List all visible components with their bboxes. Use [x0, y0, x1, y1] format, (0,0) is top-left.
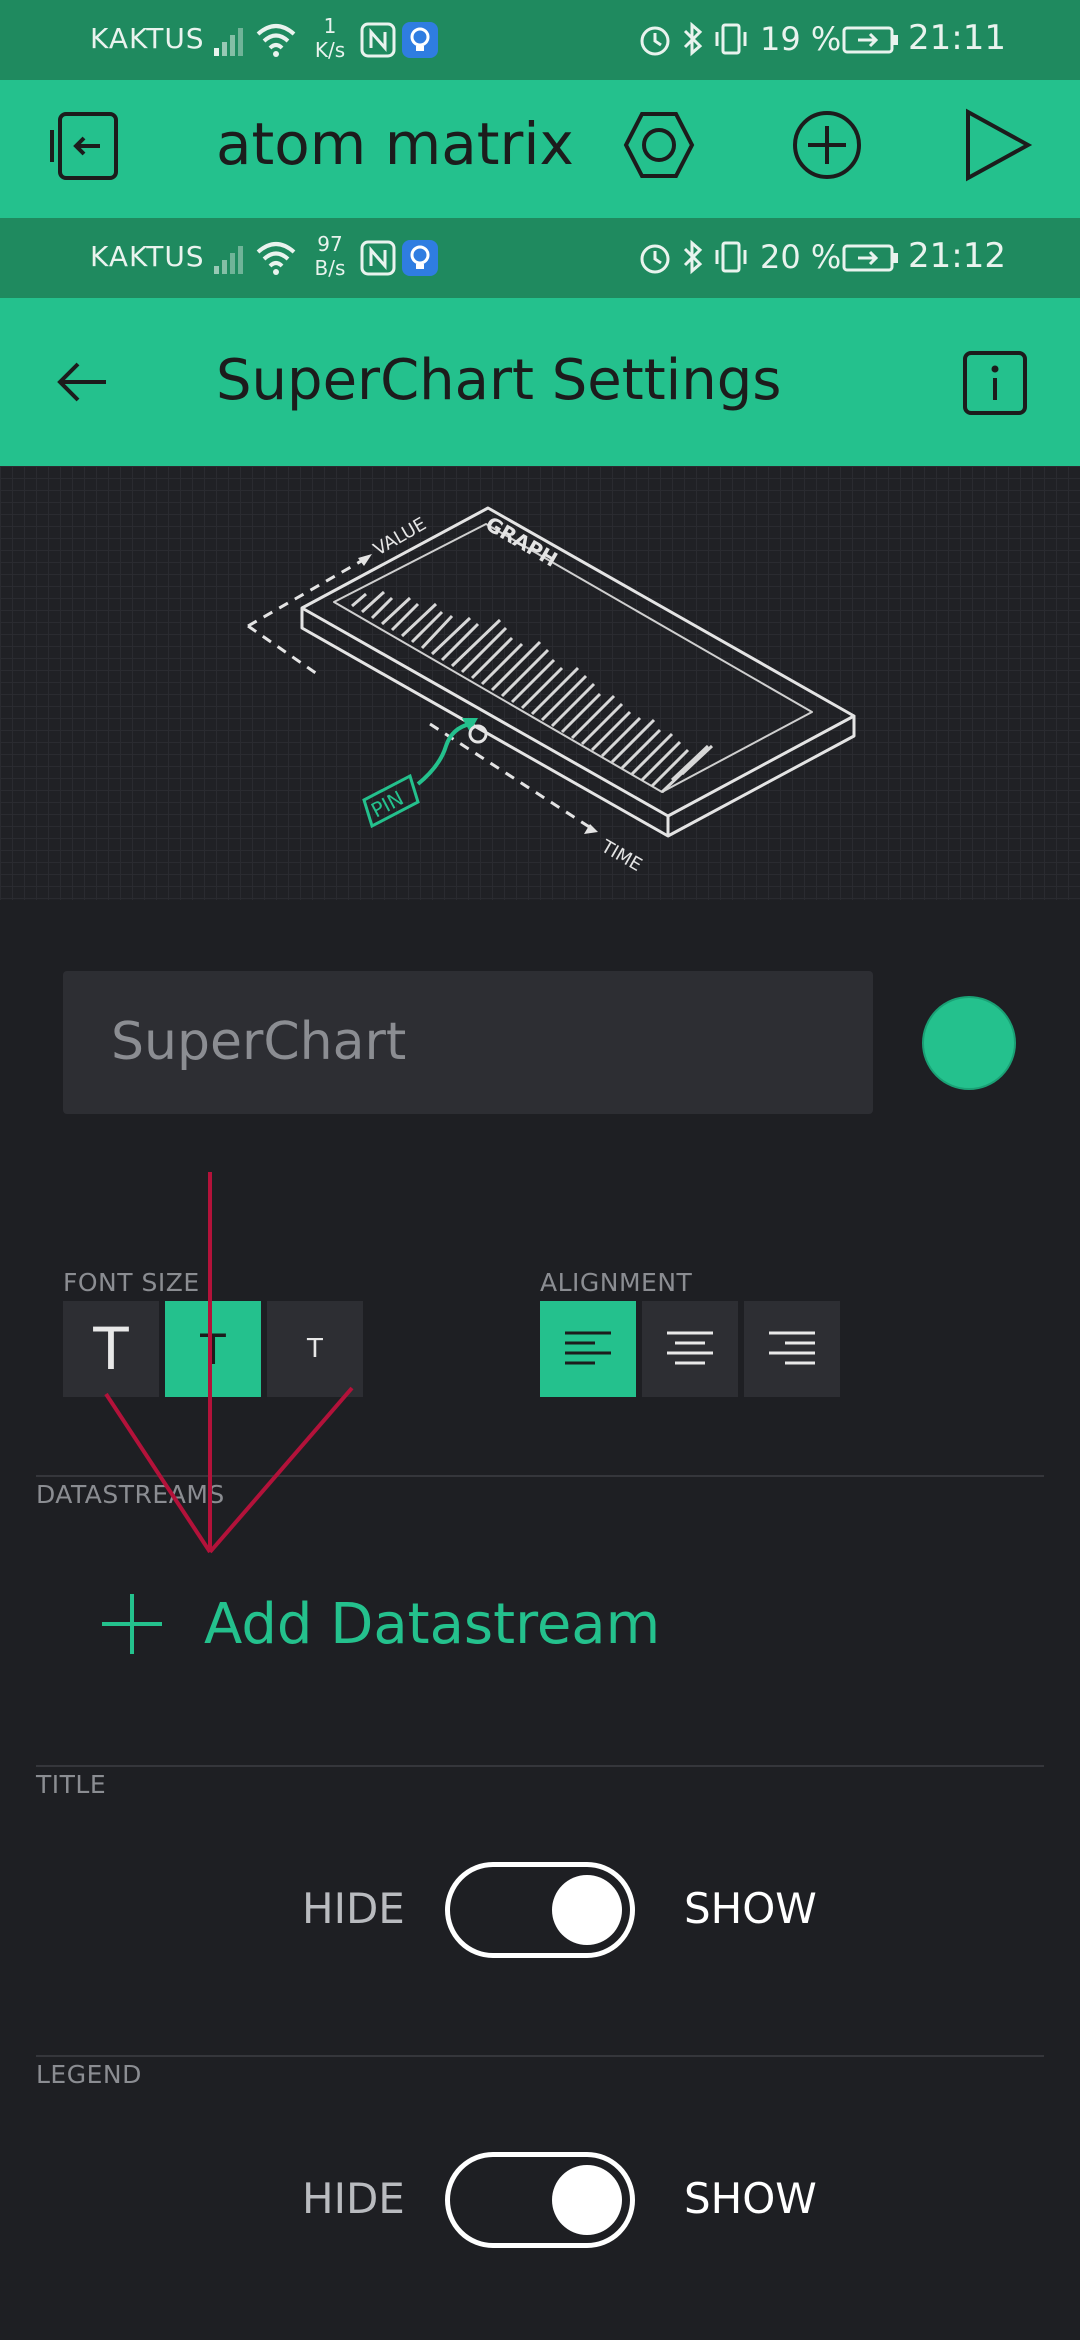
- bluetooth-icon: [683, 21, 703, 57]
- pin-label: PIN: [367, 786, 407, 823]
- network-speed: 1 K/s: [308, 14, 352, 62]
- value-axis-label: VALUE: [370, 514, 430, 561]
- hexagon-icon[interactable]: [622, 108, 696, 182]
- device-back-icon[interactable]: [48, 110, 120, 182]
- speed-unit: B/s: [314, 256, 346, 280]
- speed-unit: K/s: [314, 38, 346, 62]
- toggle-knob: [552, 1875, 622, 1945]
- status-icons: [638, 238, 748, 278]
- legend-hide-label[interactable]: HIDE: [302, 2174, 405, 2223]
- nfc-icon: [360, 22, 396, 58]
- title-toggle[interactable]: [445, 1862, 635, 1958]
- font-size-large-glyph: T: [93, 1315, 129, 1383]
- carrier-name: KAKTUS: [90, 22, 205, 55]
- status-icons: [638, 20, 748, 60]
- legend-section-label: LEGEND: [36, 2060, 142, 2089]
- clock: 21:12: [908, 236, 1006, 276]
- align-right-icon: [769, 1331, 815, 1365]
- clock: 21:11: [908, 18, 1006, 58]
- alarm-icon: [640, 244, 670, 274]
- align-center-icon: [667, 1331, 713, 1365]
- alignment-label: ALIGNMENT: [540, 1268, 693, 1297]
- font-size-large-button[interactable]: T: [63, 1301, 159, 1397]
- play-icon[interactable]: [962, 108, 1034, 182]
- wifi-icon: [256, 24, 296, 57]
- wifi-icon: [256, 242, 296, 275]
- add-datastream-button[interactable]: Add Datastream: [100, 1584, 660, 1664]
- section-divider: [36, 2055, 1044, 2057]
- project-title: atom matrix: [216, 110, 574, 178]
- bulb-icon: [402, 240, 438, 276]
- font-size-small-button[interactable]: T: [267, 1301, 363, 1397]
- status-bar-bottom: KAKTUS 97 B/s 20 % 21:12: [0, 218, 1080, 298]
- network-speed: 97 B/s: [308, 232, 352, 280]
- color-picker-button[interactable]: [922, 996, 1016, 1090]
- title-show-label[interactable]: SHOW: [684, 1884, 817, 1933]
- title-section-label: TITLE: [36, 1770, 107, 1799]
- vibrate-icon: [715, 241, 747, 273]
- battery-percent: 19 %: [760, 20, 842, 58]
- alarm-icon: [640, 26, 670, 56]
- bulb-icon: [402, 22, 438, 58]
- legend-show-label[interactable]: SHOW: [684, 2174, 817, 2223]
- font-size-medium-button[interactable]: T: [165, 1301, 261, 1397]
- carrier-name: KAKTUS: [90, 240, 205, 273]
- legend-toggle[interactable]: [445, 2152, 635, 2248]
- plus-icon: [102, 1594, 162, 1654]
- battery-icon: [842, 26, 898, 54]
- annotation-arrow-left: [104, 1392, 212, 1554]
- datastreams-label: DATASTREAMS: [36, 1480, 225, 1509]
- section-divider: [36, 1475, 1044, 1477]
- legend-toggle-row: HIDE SHOW: [0, 2152, 1080, 2252]
- font-size-label: FONT SIZE: [63, 1268, 200, 1297]
- back-arrow-icon[interactable]: [54, 354, 110, 410]
- annotation-arrow-right: [208, 1386, 354, 1554]
- align-center-button[interactable]: [642, 1301, 738, 1397]
- signal-icon: [214, 246, 243, 274]
- add-datastream-label: Add Datastream: [204, 1591, 661, 1657]
- title-toggle-row: HIDE SHOW: [0, 1862, 1080, 1962]
- graph-device-illustration: VALUE GRAPH TIME PIN: [247, 506, 856, 876]
- vibrate-icon: [715, 23, 747, 55]
- nfc-icon: [360, 240, 396, 276]
- align-left-icon: [565, 1331, 611, 1365]
- section-divider: [36, 1765, 1044, 1767]
- signal-icon: [214, 28, 243, 56]
- info-icon[interactable]: [962, 350, 1028, 416]
- superchart-illustration: VALUE GRAPH TIME PIN: [0, 466, 1080, 900]
- title-hide-label[interactable]: HIDE: [302, 1884, 405, 1933]
- time-axis-label: TIME: [597, 836, 646, 876]
- speed-value: 97: [317, 232, 343, 256]
- status-bar-top: KAKTUS 1 K/s 19 % 21:11: [0, 0, 1080, 80]
- toggle-knob: [552, 2165, 622, 2235]
- project-toolbar: atom matrix: [0, 80, 1080, 218]
- battery-percent: 20 %: [760, 238, 842, 276]
- font-size-medium-glyph: T: [200, 1324, 226, 1374]
- bluetooth-icon: [683, 239, 703, 275]
- align-left-button[interactable]: [540, 1301, 636, 1397]
- page-title: SuperChart Settings: [216, 348, 782, 413]
- battery-icon: [842, 244, 898, 272]
- add-circle-icon[interactable]: [790, 108, 864, 182]
- align-right-button[interactable]: [744, 1301, 840, 1397]
- settings-toolbar: SuperChart Settings: [0, 298, 1080, 466]
- widget-name-input[interactable]: SuperChart: [63, 971, 873, 1114]
- speed-value: 1: [323, 14, 337, 38]
- font-size-small-glyph: T: [307, 1334, 323, 1364]
